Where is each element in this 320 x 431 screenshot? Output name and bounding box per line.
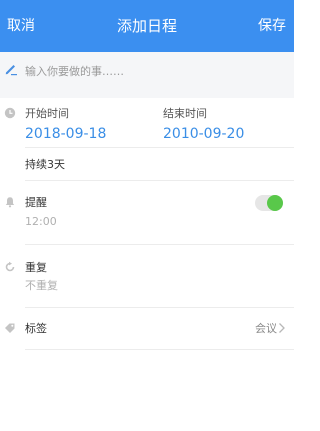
start-date[interactable]: 2018-09-18 [25,125,106,143]
repeat-icon [5,261,15,272]
divider [25,244,294,245]
start-time-label: 开始时间 [25,107,69,120]
pencil-icon [5,65,17,76]
end-date[interactable]: 2010-09-20 [163,125,244,143]
task-input-row [0,52,294,92]
divider [25,349,294,350]
tag-value[interactable]: 会议 [255,322,277,336]
reminder-toggle[interactable] [255,195,283,211]
divider [25,147,294,148]
tag-label: 标签 [25,322,47,335]
repeat-label: 重复 [25,261,47,274]
save-button[interactable]: 保存 [258,17,286,35]
reminder-time[interactable]: 12:00 [25,215,57,229]
divider [25,180,294,181]
toggle-knob [267,195,283,211]
task-input[interactable] [25,61,285,81]
repeat-value[interactable]: 不重复 [25,279,58,293]
reminder-label: 提醒 [25,196,47,209]
clock-icon [4,107,16,119]
divider [25,307,294,308]
page-title: 添加日程 [116,17,177,35]
chevron-right-icon[interactable] [278,322,286,334]
tag-icon [5,323,15,333]
nav-bar: 取消 添加日程 保存 [0,0,294,52]
duration-text: 持续3天 [25,158,65,171]
end-time-label: 结束时间 [163,107,207,120]
bell-icon [5,197,15,208]
section-gap [0,92,294,98]
